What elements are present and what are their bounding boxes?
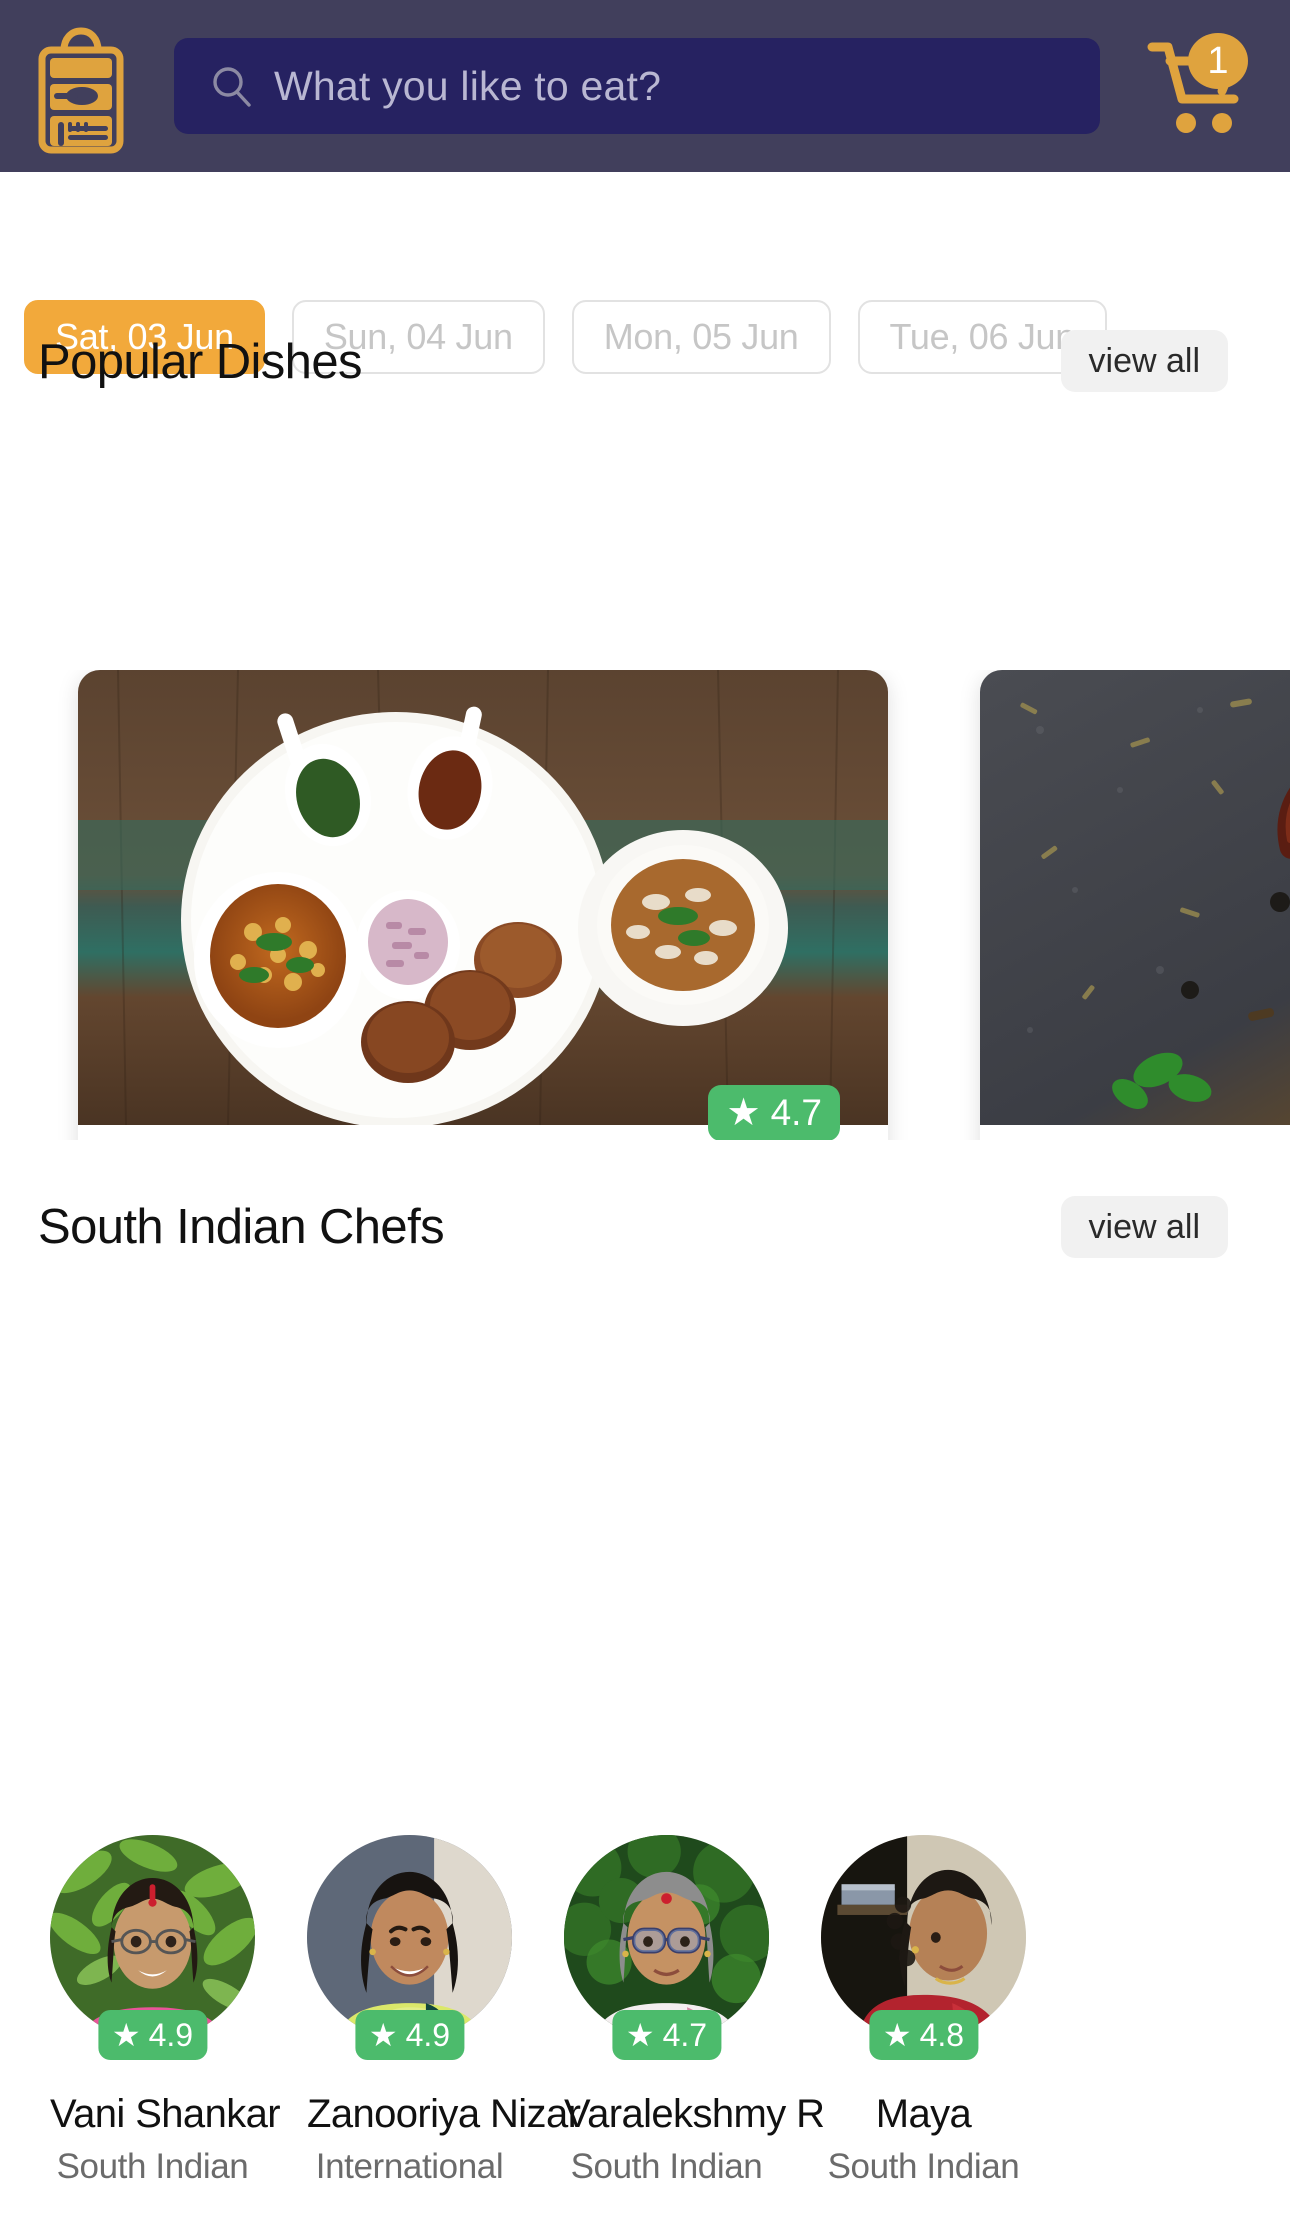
app-header: 1	[0, 0, 1290, 172]
dish-rating-badge: ★ 4.7	[708, 1085, 840, 1140]
chef-cuisine: South Indian	[827, 2147, 1020, 2186]
dish-card[interactable]: ★ 4.7 Kavitha Khatri Ragada Pattice ₹ 25	[78, 670, 888, 1140]
star-icon: ★	[111, 2017, 141, 2053]
chef-name: Maya	[875, 2092, 972, 2136]
search-bar[interactable]	[174, 38, 1100, 134]
chef-item[interactable]: ★ 4.9 Zanooriya Nizar International	[307, 1835, 581, 2225]
chef-name: Zanooriya Nizar	[307, 2092, 581, 2136]
chef-rating-badge: ★ 4.8	[868, 2010, 979, 2060]
popular-dishes-header: Popular Dishes view all	[0, 330, 1290, 394]
chef-rating-badge: ★ 4.9	[97, 2010, 208, 2060]
chef-rating-value: 4.9	[405, 2016, 451, 2053]
chef-item[interactable]: ★ 4.8 Maya South Indian	[821, 1835, 1026, 2225]
chef-cuisine: International	[315, 2147, 504, 2186]
search-icon	[213, 67, 251, 107]
south-indian-chefs-title: South Indian Chefs	[38, 1200, 445, 1254]
dish-card[interactable]: Shani Singh Paneer Butter Masala ₹ 400 5…	[980, 670, 1290, 1140]
dish-photo-ragada-pattice	[78, 670, 888, 1125]
dish-photo-paneer-butter-masala	[980, 670, 1290, 1125]
chef-cuisine: South Indian	[56, 2147, 249, 2186]
dish-rating-value: 4.7	[770, 1092, 822, 1133]
tiffin-box-logo-icon[interactable]	[28, 22, 132, 154]
chef-rating-value: 4.7	[662, 2016, 708, 2053]
cart-badge-count: 1	[1188, 33, 1248, 89]
chef-rating-value: 4.9	[148, 2016, 194, 2053]
chef-rating-value: 4.8	[919, 2016, 965, 2053]
star-icon: ★	[368, 2017, 398, 2053]
chef-rating-badge: ★ 4.7	[611, 2010, 722, 2060]
dish-info: Shani Singh Paneer Butter Masala	[980, 1125, 1290, 1140]
chef-item[interactable]: ★ 4.9 Vani Shankar South Indian	[50, 1835, 281, 2225]
star-icon: ★	[625, 2017, 655, 2053]
south-indian-chefs-carousel[interactable]: ★ 4.9 Vani Shankar South Indian ★ 4.9 Za…	[0, 1835, 1290, 2225]
chef-name: Vani Shankar	[50, 2092, 281, 2136]
chef-rating-badge: ★ 4.9	[354, 2010, 465, 2060]
popular-dishes-title: Popular Dishes	[38, 335, 362, 389]
popular-dishes-carousel[interactable]: ★ 4.7 Kavitha Khatri Ragada Pattice ₹ 25	[0, 670, 1290, 1140]
chef-item[interactable]: ★ 4.7 Varalekshmy R South Indian	[564, 1835, 825, 2225]
search-input[interactable]	[274, 62, 1066, 110]
star-icon: ★	[726, 1092, 761, 1134]
chef-name: Varalekshmy R	[564, 2092, 825, 2136]
cart-button[interactable]: 1	[1136, 31, 1256, 141]
chef-cuisine: South Indian	[570, 2147, 763, 2186]
star-icon: ★	[882, 2017, 912, 2053]
popular-dishes-view-all-button[interactable]: view all	[1060, 330, 1228, 392]
south-indian-chefs-header: South Indian Chefs view all	[0, 1195, 1290, 1259]
south-indian-chefs-view-all-button[interactable]: view all	[1060, 1196, 1228, 1258]
